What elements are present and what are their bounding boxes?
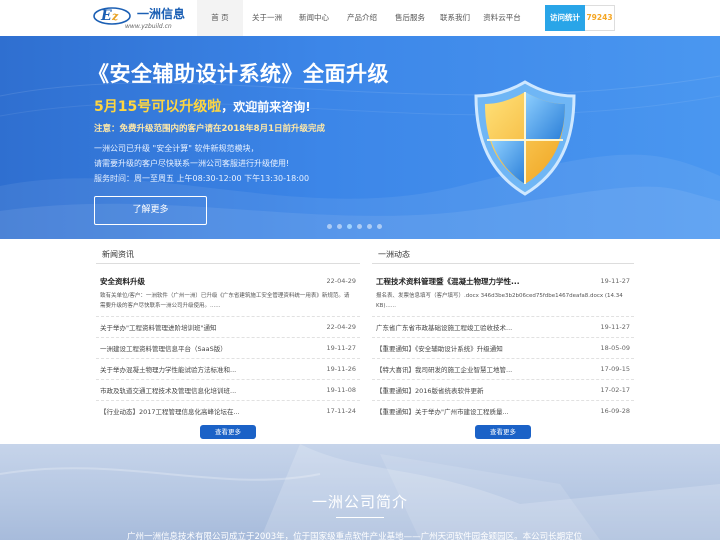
list-item[interactable]: 【行业动态】2017工程管理信息化高峰论坛在... 17-11-24 xyxy=(96,400,360,421)
news-date: 17-09-15 xyxy=(600,365,630,373)
slide-indicators xyxy=(327,224,382,229)
company-updates-panel: 一洲动态 工程技术资料管理暨《混凝土物理力学性... 19-11-27 报名表、… xyxy=(372,247,634,443)
shield-icon xyxy=(474,80,576,196)
featured-news-title[interactable]: 工程技术资料管理暨《混凝土物理力学性... xyxy=(376,276,520,287)
news-date: 19-11-26 xyxy=(326,365,356,373)
site-header: E z 一洲信息 www.yzbuild.cn 首 页 关于一洲 新闻中心 产品… xyxy=(0,0,720,36)
list-item[interactable]: 【重要通知】关于举办"广州市建设工程质量... 16-09-28 xyxy=(372,400,634,421)
news-title: 一洲建设工程资料管理信息平台（SaaS版） xyxy=(100,345,227,353)
banner-headline: 5月15号可以升级啦，欢迎前来咨询! xyxy=(94,96,311,116)
slide-dot[interactable] xyxy=(357,224,362,229)
hero-banner: 《安全辅助设计系统》全面升级 5月15号可以升级啦，欢迎前来咨询! 注意：免费升… xyxy=(0,36,720,239)
nav-home[interactable]: 首 页 xyxy=(197,0,243,36)
slide-dot-active[interactable] xyxy=(347,224,352,229)
visit-count: 79243 xyxy=(585,5,615,31)
banner-note: 注意：免费升级范围内的客户请在2018年8月1日前升级完成 xyxy=(94,124,325,134)
banner-text-line: 请需要升级的客户尽快联系一洲公司客服进行升级使用! xyxy=(94,159,290,168)
nav-service[interactable]: 售后服务 xyxy=(387,0,433,36)
news-date: 16-09-28 xyxy=(600,407,630,415)
news-title: 【重要通知】关于举办"广州市建设工程质量... xyxy=(376,408,509,416)
list-item[interactable]: 【重要通知】《安全辅助设计系统》升级通知 18-05-09 xyxy=(372,337,634,358)
visit-counter: 访问统计 79243 xyxy=(545,5,615,31)
banner-text-line: 服务时间：周一至周五 上午08:30-12:00 下午13:30-18:00 xyxy=(94,174,310,183)
news-date: 18-05-09 xyxy=(600,344,630,352)
featured-news-date: 19-11-27 xyxy=(600,277,630,285)
banner-title: 《安全辅助设计系统》全面升级 xyxy=(88,62,389,86)
news-list: 关于举办"工程资料管理进阶培训班"通知 22-04-29 一洲建设工程资料管理信息… xyxy=(96,316,360,421)
news-list: 广东省广东省市政基础设施工程竣工验收技术... 19-11-27 【重要通知】《安… xyxy=(372,316,634,421)
news-date: 19-11-27 xyxy=(600,323,630,331)
logo-name: 一洲信息 xyxy=(137,7,186,21)
intro-divider xyxy=(336,517,384,518)
slide-dot[interactable] xyxy=(327,224,332,229)
slide-dot[interactable] xyxy=(367,224,372,229)
list-item[interactable]: 市政及轨道交通工程技术及管理信息化培训班... 19-11-08 xyxy=(96,379,360,400)
logo-url: www.yzbuild.cn xyxy=(125,23,172,30)
featured-news-summary: 报名表、发票信息填写（客户填写）.docx 346d3be3b2b06ced75… xyxy=(376,293,623,309)
featured-news-summary: 致有关单位/客户：一洲软件（广州一洲）已升级《广东省建筑施工安全管理资料统一用表… xyxy=(100,293,350,309)
panel-heading: 一洲动态 xyxy=(372,247,634,264)
news-date: 19-11-08 xyxy=(326,386,356,394)
svg-text:z: z xyxy=(111,10,119,23)
updates-more-button[interactable]: 查看更多 xyxy=(475,425,531,439)
news-title: 【特大喜讯】我司研发的施工企业智慧工地管... xyxy=(376,366,513,374)
list-item[interactable]: 一洲建设工程资料管理信息平台（SaaS版） 19-11-27 xyxy=(96,337,360,358)
news-title: 【行业动态】2017工程管理信息化高峰论坛在... xyxy=(100,408,240,416)
site-logo[interactable]: E z 一洲信息 www.yzbuild.cn xyxy=(93,3,193,33)
news-title: 广东省广东省市政基础设施工程竣工验收技术... xyxy=(376,324,513,332)
list-item[interactable]: 关于举办混凝土物理力学性能试验方法标准和... 19-11-26 xyxy=(96,358,360,379)
slide-dot[interactable] xyxy=(377,224,382,229)
panel-heading: 新闻资讯 xyxy=(96,247,360,264)
news-more-button[interactable]: 查看更多 xyxy=(200,425,256,439)
intro-title: 一洲公司简介 xyxy=(311,493,408,511)
news-date: 22-04-29 xyxy=(326,323,356,331)
news-title: 【重要通知】2016版省统表软件更新 xyxy=(376,387,484,395)
slide-dot[interactable] xyxy=(337,224,342,229)
banner-text-line: 一洲公司已升级 "安全计算" 软件新规范模块， xyxy=(94,144,259,153)
news-title: 关于举办混凝土物理力学性能试验方法标准和... xyxy=(100,366,237,374)
svg-text:E: E xyxy=(100,8,112,24)
news-title: 市政及轨道交通工程技术及管理信息化培训班... xyxy=(100,387,237,395)
nav-contact[interactable]: 联系我们 xyxy=(433,0,477,36)
nav-about[interactable]: 关于一洲 xyxy=(243,0,291,36)
visit-label: 访问统计 xyxy=(545,5,585,31)
company-intro-section: 一洲公司简介 广州一洲信息技术有限公司成立于2003年，位于国家级重点软件产业基… xyxy=(0,444,720,540)
list-item[interactable]: 广东省广东省市政基础设施工程竣工验收技术... 19-11-27 xyxy=(372,316,634,337)
news-date: 17-11-24 xyxy=(326,407,356,415)
learn-more-button[interactable]: 了解更多 xyxy=(94,196,207,225)
news-title: 关于举办"工程资料管理进阶培训班"通知 xyxy=(100,324,217,332)
nav-products[interactable]: 产品介绍 xyxy=(337,0,387,36)
banner-highlight: 5月15号可以升级啦 xyxy=(94,99,222,115)
list-item[interactable]: 【重要通知】2016版省统表软件更新 17-02-17 xyxy=(372,379,634,400)
list-item[interactable]: 关于举办"工程资料管理进阶培训班"通知 22-04-29 xyxy=(96,316,360,337)
nav-news[interactable]: 新闻中心 xyxy=(291,0,337,36)
news-title: 【重要通知】《安全辅助设计系统》升级通知 xyxy=(376,345,503,353)
featured-news-date: 22-04-29 xyxy=(326,277,356,285)
featured-news-title[interactable]: 安全资料升级 xyxy=(100,276,145,287)
banner-headline-tail: ，欢迎前来咨询! xyxy=(221,100,311,114)
news-date: 17-02-17 xyxy=(600,386,630,394)
news-panel: 新闻资讯 安全资料升级 22-04-29 致有关单位/客户：一洲软件（广州一洲）… xyxy=(96,247,360,443)
intro-text: 广州一洲信息技术有限公司成立于2003年，位于国家级重点软件产业基地——广州天河… xyxy=(127,532,583,540)
list-item[interactable]: 【特大喜讯】我司研发的施工企业智慧工地管... 17-09-15 xyxy=(372,358,634,379)
main-nav: 首 页 关于一洲 新闻中心 产品介绍 售后服务 联系我们 资料云平台 xyxy=(197,0,527,36)
news-date: 19-11-27 xyxy=(326,344,356,352)
nav-cloud-platform[interactable]: 资料云平台 xyxy=(477,0,527,36)
